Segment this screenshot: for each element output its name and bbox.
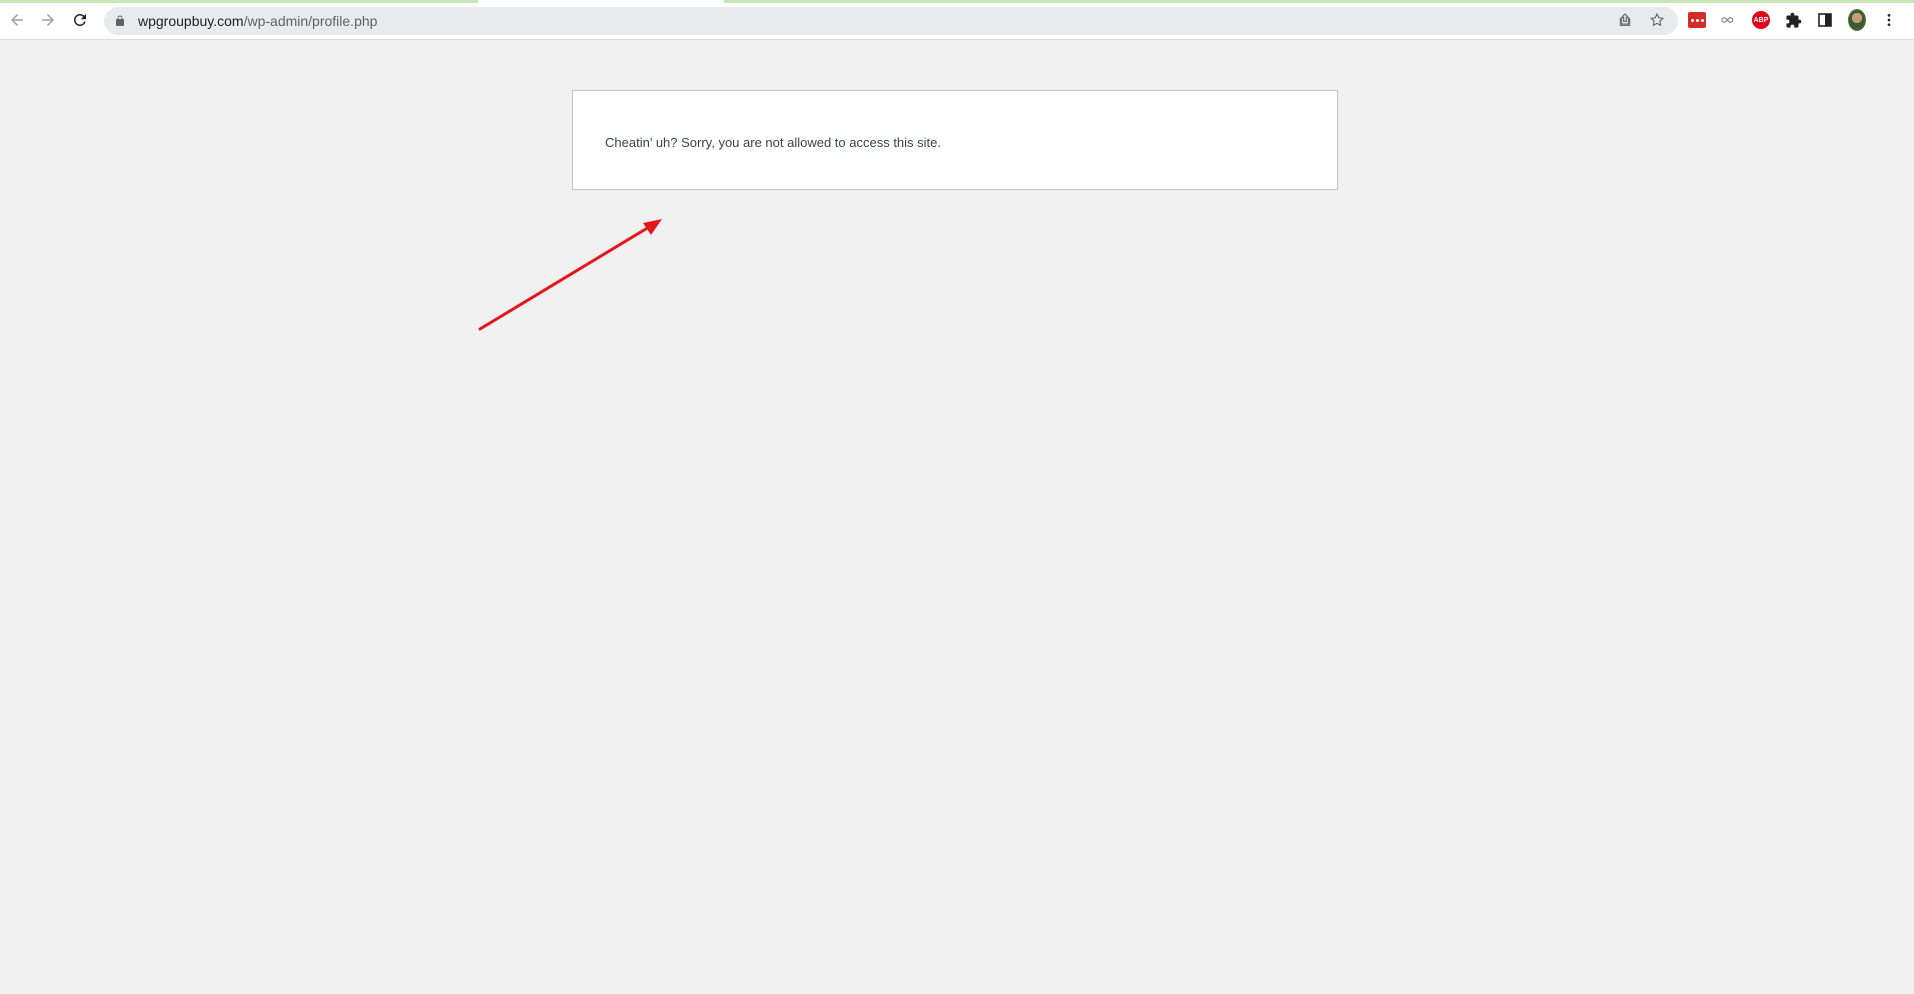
back-button[interactable] — [5, 8, 29, 32]
page-content: Cheatin’ uh? Sorry, you are not allowed … — [0, 40, 1914, 994]
puzzle-icon[interactable] — [1784, 11, 1802, 29]
omnibox-actions — [1616, 11, 1666, 29]
abp-icon[interactable]: ABP — [1752, 11, 1770, 29]
infinity-icon[interactable] — [1720, 11, 1738, 29]
forward-button[interactable] — [36, 8, 60, 32]
avatar — [1848, 9, 1866, 31]
star-icon[interactable] — [1648, 11, 1666, 29]
url-path: /wp-admin/profile.php — [243, 13, 378, 29]
arrow-left-icon — [11, 14, 23, 26]
arrow-head — [643, 219, 662, 235]
lastpass-icon[interactable] — [1688, 11, 1706, 29]
red-arrow-annotation — [478, 219, 662, 331]
browser-toolbar: wpgroupbuy.com /wp-admin/profile.php ABP — [0, 0, 1914, 40]
share-icon[interactable] — [1616, 11, 1634, 29]
reload-button[interactable] — [68, 8, 92, 32]
error-message: Cheatin’ uh? Sorry, you are not allowed … — [605, 135, 942, 150]
arrow-shaft — [478, 222, 656, 331]
abp-label: ABP — [1752, 11, 1770, 29]
extensions-bar: ABP — [1688, 9, 1898, 31]
url-host: wpgroupbuy.com — [138, 13, 244, 29]
tab-loading-strip — [724, 0, 1914, 3]
error-notice-box: Cheatin’ uh? Sorry, you are not allowed … — [572, 90, 1338, 190]
tab-loading-strip — [0, 0, 478, 3]
kebab-menu-icon[interactable] — [1880, 11, 1898, 29]
sidepanel-icon[interactable] — [1816, 11, 1834, 29]
address-bar[interactable]: wpgroupbuy.com /wp-admin/profile.php — [104, 7, 1678, 35]
arrow-right-icon — [42, 14, 54, 26]
reload-icon — [73, 13, 86, 26]
lock-icon[interactable] — [114, 14, 128, 28]
profile-avatar[interactable] — [1848, 9, 1866, 31]
